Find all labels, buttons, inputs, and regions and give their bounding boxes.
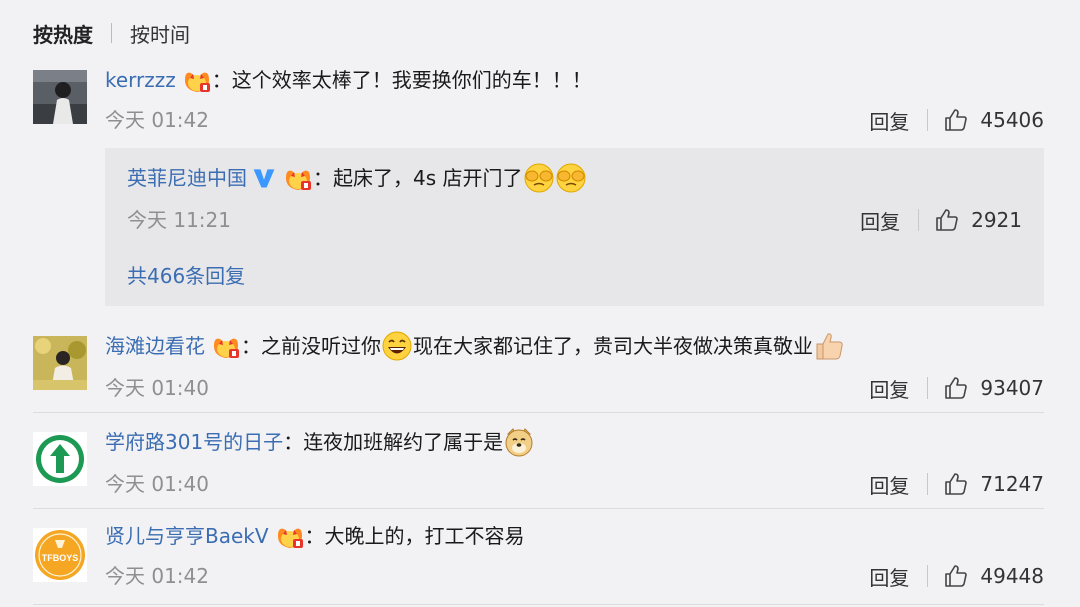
comment-separator-line bbox=[33, 604, 1044, 605]
like-count: 49448 bbox=[980, 564, 1044, 588]
sub-reply-text: 起床了，4s 店开门了 bbox=[333, 166, 523, 190]
sort-by-hot-tab[interactable]: 按热度 bbox=[33, 19, 93, 48]
comment-username[interactable]: 海滩边看花 bbox=[105, 332, 205, 360]
thumbs-up-icon[interactable] bbox=[944, 564, 968, 588]
comment-username[interactable]: 贤儿与亨亨BaekV bbox=[105, 522, 269, 550]
member-badge-icon bbox=[214, 338, 239, 358]
action-divider bbox=[927, 377, 929, 399]
comment-item: 学府路301号的日子 ： 连夜加班解约了属于是 今天 01:40 回复 7124… bbox=[33, 426, 1044, 506]
more-replies-link[interactable]: 共466条回复 bbox=[127, 262, 245, 290]
doge-emoji-icon bbox=[505, 428, 533, 457]
member-badge-icon bbox=[184, 72, 210, 92]
comment-time: 今天 01:42 bbox=[105, 108, 209, 132]
cover-face-emoji-icon bbox=[524, 163, 554, 193]
thumbs-up-icon[interactable] bbox=[944, 108, 968, 132]
reply-button[interactable]: 回复 bbox=[869, 470, 909, 499]
cover-face-emoji-icon bbox=[556, 163, 586, 193]
sub-reply: 英菲尼迪中国 ： 起床了，4s 店开门了 今天 11:21 回复 2921 bbox=[127, 162, 1022, 234]
sort-bar: 按热度 按时间 bbox=[33, 18, 190, 48]
sub-reply-username[interactable]: 英菲尼迪中国 bbox=[127, 164, 247, 192]
comment-time: 今天 01:42 bbox=[105, 564, 209, 588]
avatar[interactable]: TFBOYS bbox=[33, 528, 87, 582]
comment-separator: ： bbox=[283, 430, 304, 454]
like-count: 2921 bbox=[971, 208, 1022, 232]
comment-text: 这个效率太棒了！我要换你们的车！！！ bbox=[231, 68, 592, 92]
laughing-emoji-icon bbox=[382, 331, 412, 361]
comment-body: 贤儿与亨亨BaekV ： 大晚上的，打工不容易 今天 01:42 回复 4944… bbox=[105, 522, 1044, 590]
like-count: 45406 bbox=[980, 108, 1044, 132]
action-divider bbox=[918, 209, 920, 231]
reply-button[interactable]: 回复 bbox=[860, 206, 900, 235]
sub-reply-time: 今天 11:21 bbox=[127, 208, 231, 232]
comment-body: 学府路301号的日子 ： 连夜加班解约了属于是 今天 01:40 回复 7124… bbox=[105, 426, 1044, 498]
avatar[interactable] bbox=[33, 336, 87, 390]
comment-separator-line bbox=[33, 508, 1044, 509]
avatar[interactable] bbox=[33, 70, 87, 124]
member-badge-icon bbox=[277, 528, 303, 548]
thumbs-up-icon[interactable] bbox=[944, 472, 968, 496]
member-badge-icon bbox=[286, 170, 311, 190]
comment-item: 海滩边看花 ： 之前没听过你 现在大家都记住了，贵司大半夜做决策真敬业 今天 0… bbox=[33, 330, 1044, 410]
comment-username[interactable]: 学府路301号的日子 bbox=[105, 428, 283, 456]
comment-text: 连夜加班解约了属于是 bbox=[303, 430, 504, 454]
comment-separator: ： bbox=[211, 68, 232, 92]
like-count: 93407 bbox=[980, 376, 1044, 400]
thumbs-up-emoji-icon bbox=[816, 333, 843, 360]
reply-button[interactable]: 回复 bbox=[869, 374, 909, 403]
comment-item: TFBOYS 贤儿与亨亨BaekV ： 大晚上的，打工不容易 今天 01:42 … bbox=[33, 522, 1044, 602]
comment-time: 今天 01:40 bbox=[105, 376, 209, 400]
sort-divider bbox=[111, 23, 112, 43]
sub-reply-separator: ： bbox=[313, 166, 333, 190]
reply-button[interactable]: 回复 bbox=[869, 562, 909, 591]
reply-button[interactable]: 回复 bbox=[869, 106, 909, 135]
comment-time: 今天 01:40 bbox=[105, 472, 209, 496]
comment-separator: ： bbox=[241, 334, 261, 358]
sub-reply-box: 英菲尼迪中国 ： 起床了，4s 店开门了 今天 11:21 回复 2921 共4… bbox=[105, 148, 1044, 306]
verified-v-icon bbox=[253, 169, 275, 188]
avatar-logo-text: TFBOYS bbox=[42, 553, 79, 563]
comment-text-part: 现在大家都记住了，贵司大半夜做决策真敬业 bbox=[413, 334, 813, 358]
action-divider bbox=[927, 473, 929, 495]
comment-username[interactable]: kerrzzz bbox=[105, 66, 176, 94]
avatar[interactable] bbox=[33, 432, 87, 486]
comment-text-part: 之前没听过你 bbox=[261, 334, 381, 358]
thumbs-up-icon[interactable] bbox=[935, 208, 959, 232]
comment-text: 大晚上的，打工不容易 bbox=[324, 524, 525, 548]
comment-separator: ： bbox=[304, 524, 325, 548]
comment-separator-line bbox=[33, 412, 1044, 413]
comment-body: 海滩边看花 ： 之前没听过你 现在大家都记住了，贵司大半夜做决策真敬业 今天 0… bbox=[105, 330, 1044, 402]
like-count: 71247 bbox=[980, 472, 1044, 496]
thumbs-up-icon[interactable] bbox=[944, 376, 968, 400]
sort-by-time-tab[interactable]: 按时间 bbox=[130, 19, 190, 48]
action-divider bbox=[927, 565, 929, 587]
action-divider bbox=[927, 109, 929, 131]
comment-body: kerrzzz ： 这个效率太棒了！我要换你们的车！！！ 今天 01:42 回复… bbox=[105, 66, 1044, 134]
